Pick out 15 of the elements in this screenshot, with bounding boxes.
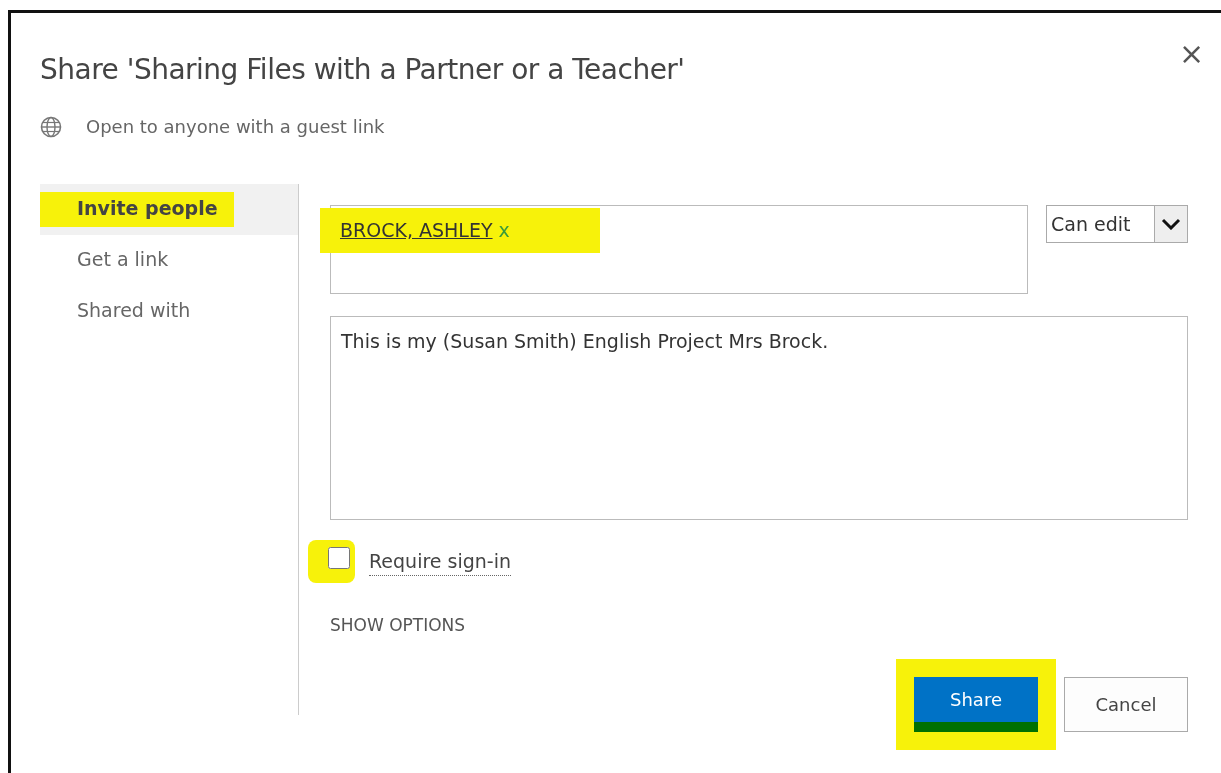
nav-item[interactable]: Shared with: [40, 286, 298, 337]
dialog-title: Share 'Sharing Files with a Partner or a Teacher': [40, 52, 685, 88]
close-button[interactable]: ×: [1179, 39, 1205, 69]
recipient-name[interactable]: BROCK, ASHLEY: [340, 219, 493, 241]
chevron-down-icon: [1161, 218, 1181, 230]
globe-icon: [40, 115, 62, 138]
access-text: Open to anyone with a guest link: [86, 115, 385, 139]
show-options-link[interactable]: SHOW OPTIONS: [330, 613, 466, 639]
nav-item[interactable]: Invite people: [40, 184, 298, 235]
cancel-button[interactable]: Cancel: [1064, 676, 1188, 732]
require-signin-label[interactable]: Require sign-in: [369, 546, 511, 577]
require-signin-checkbox[interactable]: [328, 547, 350, 569]
permission-dropdown[interactable]: Can edit: [1046, 205, 1188, 243]
message-field[interactable]: This is my (Susan Smith) English Project Mrs Brock.: [330, 316, 1188, 520]
nav-item[interactable]: Get a link: [40, 235, 298, 286]
